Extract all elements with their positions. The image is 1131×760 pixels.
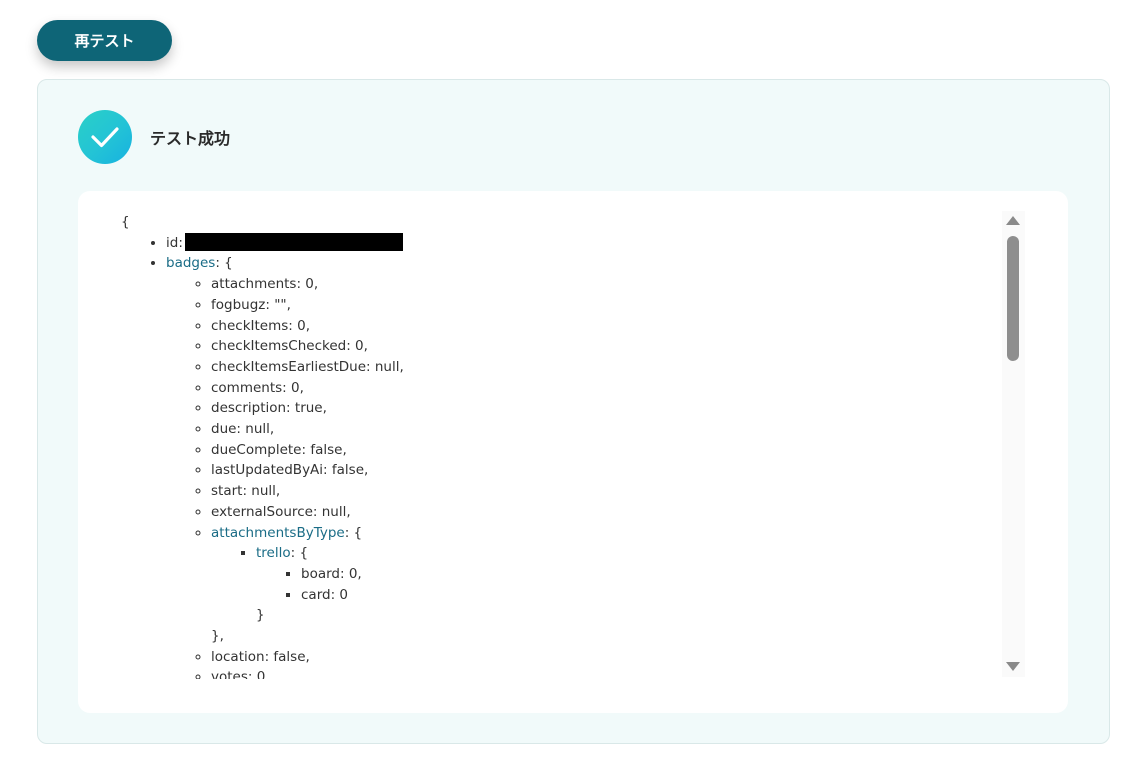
badges-key[interactable]: badges [166,255,215,271]
id-key: id [166,234,179,251]
retest-button[interactable]: 再テスト [37,20,172,61]
list-item: description: true, [211,398,1023,419]
list-item: badges: { attachments: 0, fogbugz: "", c… [166,253,1023,679]
list-item: attachmentsByType: { trello: { board: 0,… [211,523,1023,647]
json-scroll-area[interactable]: { id: badges: { attachments: 0, fogbugz:… [78,206,1023,679]
attachments-by-type-list: trello: { board: 0, card: 0 } [211,543,1023,626]
vertical-scrollbar[interactable] [1002,211,1025,677]
list-item: id: [166,232,1023,254]
list-item: lastUpdatedByAi: false, [211,460,1023,481]
list-item: start: null, [211,481,1023,502]
list-item: dueComplete: false, [211,440,1023,461]
list-item: location: false, [211,647,1023,668]
list-item: checkItemsChecked: 0, [211,336,1023,357]
scroll-down-arrow-icon[interactable] [1006,662,1020,671]
list-item: checkItems: 0, [211,316,1023,337]
list-item: due: null, [211,419,1023,440]
test-result-panel: テスト成功 { id: badges: { attachments: 0, fo… [37,79,1110,744]
attachments-by-type-key[interactable]: attachmentsByType [211,525,345,541]
list-item: trello: { board: 0, card: 0 } [256,543,1023,626]
check-icon [78,110,132,164]
list-item: checkItemsEarliestDue: null, [211,357,1023,378]
json-tree: { id: badges: { attachments: 0, fogbugz:… [78,206,1023,679]
open-brace: { [121,214,130,230]
trello-key[interactable]: trello [256,545,291,561]
status-row: テスト成功 [78,110,230,164]
scroll-up-arrow-icon[interactable] [1006,216,1020,225]
json-output-box: { id: badges: { attachments: 0, fogbugz:… [78,191,1068,713]
badges-list: attachments: 0, fogbugz: "", checkItems:… [166,274,1023,679]
redacted-value [184,232,403,251]
list-item: votes: 0 [211,667,1023,679]
close-brace: }, [211,628,224,645]
list-item: externalSource: null, [211,502,1023,523]
trello-list: board: 0, card: 0 [256,564,1023,605]
scrollbar-thumb[interactable] [1007,236,1019,361]
status-text: テスト成功 [150,129,231,148]
root-list: id: badges: { attachments: 0, fogbugz: "… [121,232,1023,679]
close-brace: } [256,607,265,624]
list-item: comments: 0, [211,378,1023,399]
list-item: card: 0 [301,585,1023,606]
list-item: board: 0, [301,564,1023,585]
list-item: fogbugz: "", [211,295,1023,316]
list-item: attachments: 0, [211,274,1023,295]
